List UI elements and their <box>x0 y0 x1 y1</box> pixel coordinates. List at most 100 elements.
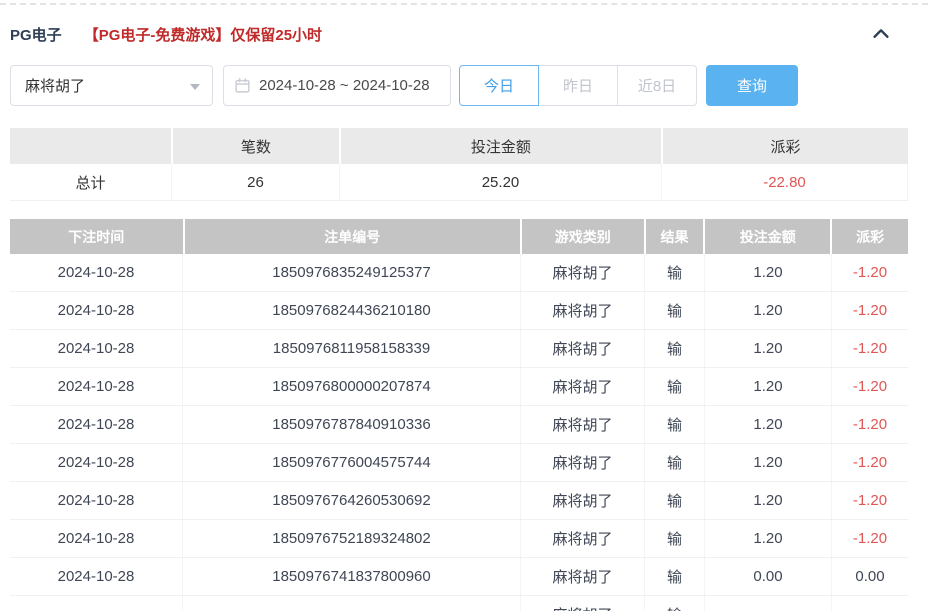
game-type-cell: 麻将胡了 <box>521 596 645 611</box>
table-row: 2024-10-28 1850976764260530692 麻将胡了输 1.20 -1… <box>10 482 908 520</box>
bet-time-cell: 2024-10-28 <box>10 330 183 367</box>
game-type-cell: 麻将胡了 <box>521 520 645 557</box>
table-row: 2024-10-28 1850976776004575744 麻将胡了输 1.20 -1… <box>10 444 908 482</box>
payout-cell: -1.20 <box>852 264 888 281</box>
result-cell: 输 <box>645 520 705 557</box>
table-row: 2024-10-28 1850976835249125377 麻将胡了输 1.20 -1… <box>10 254 908 292</box>
bet-time-cell: 2024-10-28 <box>10 444 183 481</box>
bet-time-cell: 2024-10-28 <box>10 558 183 595</box>
result-cell: 输 <box>645 558 705 595</box>
result-cell: 输 <box>645 596 705 611</box>
summary-table: 笔数 投注金额 派彩 总计 26 25.20 -22.80 <box>10 128 909 201</box>
payout-cell: -1.20 <box>852 416 888 433</box>
game-type-cell: 麻将胡了 <box>521 254 645 291</box>
summary-total-label: 总计 <box>10 164 172 200</box>
header-payout: 派彩 <box>832 219 908 254</box>
result-cell: 输 <box>645 368 705 405</box>
order-no-cell: 1850976752189324802 <box>183 520 521 557</box>
result-cell: 输 <box>645 254 705 291</box>
payout-cell <box>832 596 908 611</box>
header-bet-amount: 投注金额 <box>705 219 831 254</box>
panel-header: PG电子 【PG电子-免费游戏】仅保留25小时 <box>0 5 928 63</box>
table-row: 麻将胡了输 <box>10 596 908 611</box>
game-select[interactable]: 麻将胡了 <box>10 65 213 106</box>
result-cell: 输 <box>645 482 705 519</box>
payout-cell: -1.20 <box>852 454 888 471</box>
bet-amount-cell: 1.20 <box>705 368 832 405</box>
order-no-cell: 1850976776004575744 <box>183 444 521 481</box>
bet-amount-cell: 1.20 <box>705 520 832 557</box>
table-row: 2024-10-28 1850976752189324802 麻将胡了输 1.20 -1… <box>10 520 908 558</box>
game-type-cell: 麻将胡了 <box>521 558 645 595</box>
order-no-cell: 1850976787840910336 <box>183 406 521 443</box>
bet-time-cell: 2024-10-28 <box>10 520 183 557</box>
summary-payout-value: -22.80 <box>662 164 908 200</box>
result-cell: 输 <box>645 444 705 481</box>
bet-time-cell <box>10 596 183 611</box>
bet-amount-cell: 1.20 <box>705 254 832 291</box>
payout-cell: -1.20 <box>852 302 888 319</box>
result-cell: 输 <box>645 292 705 329</box>
order-no-cell: 1850976835249125377 <box>183 254 521 291</box>
collapse-button[interactable] <box>870 23 892 45</box>
payout-cell: -1.20 <box>852 340 888 357</box>
bet-time-cell: 2024-10-28 <box>10 254 183 291</box>
chevron-down-icon <box>190 84 200 90</box>
pg-records-panel: PG电子 【PG电子-免费游戏】仅保留25小时 麻将胡了 2024-10-28 … <box>0 3 928 611</box>
calendar-icon <box>234 77 259 94</box>
panel-notice: 【PG电子-免费游戏】仅保留25小时 <box>83 26 323 44</box>
chevron-up-icon <box>870 23 892 45</box>
bet-amount-cell: 1.20 <box>705 444 832 481</box>
range-button-last8days[interactable]: 近8日 <box>617 65 697 106</box>
date-range-input[interactable]: 2024-10-28 ~ 2024-10-28 <box>223 65 451 106</box>
bet-amount-cell: 1.20 <box>705 482 832 519</box>
game-type-cell: 麻将胡了 <box>521 406 645 443</box>
order-no-cell: 1850976741837800960 <box>183 558 521 595</box>
table-row: 2024-10-28 1850976824436210180 麻将胡了输 1.20 -1… <box>10 292 908 330</box>
game-type-cell: 麻将胡了 <box>521 482 645 519</box>
header-bet-time: 下注时间 <box>10 219 183 254</box>
bet-time-cell: 2024-10-28 <box>10 482 183 519</box>
range-button-yesterday[interactable]: 昨日 <box>538 65 618 106</box>
order-no-cell: 1850976800000207874 <box>183 368 521 405</box>
order-no-cell: 1850976811958158339 <box>183 330 521 367</box>
bet-time-cell: 2024-10-28 <box>10 368 183 405</box>
bet-amount-cell <box>705 596 832 611</box>
table-row: 2024-10-28 1850976800000207874 麻将胡了输 1.20 -1… <box>10 368 908 406</box>
order-no-cell: 1850976824436210180 <box>183 292 521 329</box>
summary-total-row: 总计 26 25.20 -22.80 <box>10 164 908 201</box>
header-order-no: 注单编号 <box>184 219 520 254</box>
payout-cell: 0.00 <box>855 568 885 585</box>
result-cell: 输 <box>645 330 705 367</box>
payout-cell: -1.20 <box>852 492 888 509</box>
bet-time-cell: 2024-10-28 <box>10 292 183 329</box>
header-result: 结果 <box>645 219 704 254</box>
table-row: 2024-10-28 1850976741837800960 麻将胡了输 0.00 0.… <box>10 558 908 596</box>
game-type-cell: 麻将胡了 <box>521 368 645 405</box>
payout-cell: -1.20 <box>852 530 888 547</box>
records-body: 2024-10-28 1850976835249125377 麻将胡了输 1.20 -1… <box>10 254 908 611</box>
summary-header-count: 笔数 <box>173 128 339 164</box>
bet-amount-cell: 1.20 <box>705 292 832 329</box>
search-button[interactable]: 查询 <box>706 65 798 106</box>
bet-time-cell: 2024-10-28 <box>10 406 183 443</box>
bet-amount-cell: 1.20 <box>705 406 832 443</box>
records-header-row: 下注时间 注单编号 游戏类别 结果 投注金额 派彩 <box>10 219 908 254</box>
game-type-cell: 麻将胡了 <box>521 292 645 329</box>
summary-header-blank <box>10 128 172 164</box>
range-button-today[interactable]: 今日 <box>459 65 539 106</box>
date-range-value: 2024-10-28 ~ 2024-10-28 <box>259 77 430 94</box>
quick-range-group: 今日 昨日 近8日 <box>459 65 697 106</box>
records-table: 下注时间 注单编号 游戏类别 结果 投注金额 派彩 2024-10-28 1850… <box>10 219 908 611</box>
panel-title: PG电子 <box>10 26 62 44</box>
summary-header-row: 笔数 投注金额 派彩 <box>10 128 909 164</box>
table-row: 2024-10-28 1850976811958158339 麻将胡了输 1.20 -1… <box>10 330 908 368</box>
game-type-cell: 麻将胡了 <box>521 330 645 367</box>
bet-amount-cell: 1.20 <box>705 330 832 367</box>
summary-count-value: 26 <box>172 164 340 200</box>
order-no-cell <box>183 596 521 611</box>
game-type-cell: 麻将胡了 <box>521 444 645 481</box>
summary-header-payout: 派彩 <box>663 128 909 164</box>
order-no-cell: 1850976764260530692 <box>183 482 521 519</box>
table-row: 2024-10-28 1850976787840910336 麻将胡了输 1.20 -1… <box>10 406 908 444</box>
